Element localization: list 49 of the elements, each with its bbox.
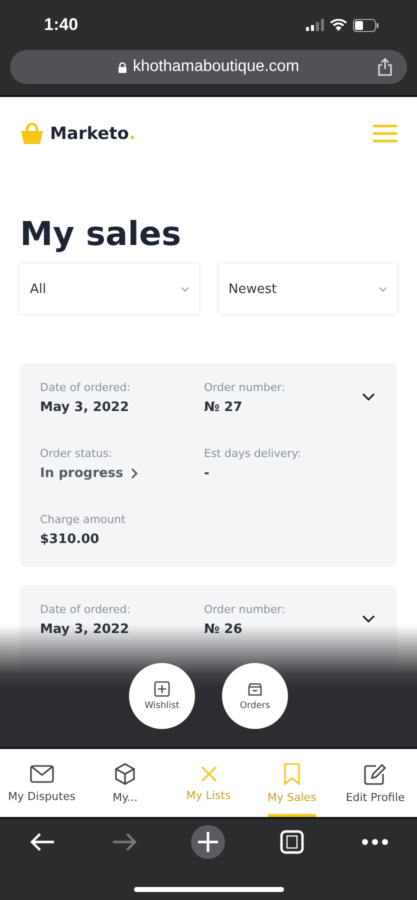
signal-icon bbox=[306, 19, 324, 31]
status-link[interactable]: In progress bbox=[40, 466, 138, 482]
field-label: Order number: bbox=[204, 381, 286, 394]
field-value: May 3, 2022 bbox=[40, 622, 130, 638]
basket-icon bbox=[20, 122, 44, 144]
chevron-right-icon bbox=[131, 468, 138, 480]
bag-icon bbox=[247, 681, 263, 697]
expand-icon[interactable] bbox=[362, 615, 375, 624]
field-value: - bbox=[204, 466, 210, 482]
plus-icon bbox=[191, 825, 226, 859]
field-label: Order number: bbox=[204, 603, 286, 616]
nav-tab[interactable]: My... bbox=[83, 749, 167, 817]
close-icon bbox=[200, 764, 218, 782]
address-bar[interactable]: khothamaboutique.com bbox=[10, 50, 407, 84]
field-value: $310.00 bbox=[40, 532, 100, 548]
logo-text: Marketo. bbox=[50, 124, 136, 144]
more-icon bbox=[362, 839, 388, 845]
status-time: 1:40 bbox=[44, 15, 78, 35]
field-value: May 3, 2022 bbox=[40, 400, 130, 416]
tabs-icon bbox=[280, 830, 304, 854]
nav-tab[interactable]: Edit Profile bbox=[334, 749, 417, 817]
field-label: Est days delivery: bbox=[204, 447, 302, 460]
nav-tab[interactable]: My Disputes bbox=[0, 749, 84, 817]
chevron-down-icon bbox=[180, 286, 188, 292]
wifi-icon bbox=[330, 19, 347, 31]
field-label: Date of ordered: bbox=[40, 381, 132, 394]
battery-icon bbox=[353, 18, 379, 32]
expand-icon[interactable] bbox=[362, 393, 375, 402]
forward-icon bbox=[112, 832, 138, 852]
add-icon bbox=[154, 681, 170, 697]
new-tab-button[interactable] bbox=[190, 825, 226, 859]
field-value: № 26 bbox=[204, 622, 242, 638]
field-label: Date of ordered: bbox=[40, 603, 132, 616]
page-title: My sales bbox=[20, 216, 182, 252]
filter-dropdown[interactable]: Newest bbox=[218, 264, 397, 314]
filter-dropdown[interactable]: All bbox=[20, 264, 198, 314]
share-icon[interactable] bbox=[377, 58, 393, 76]
field-label: Charge amount bbox=[40, 513, 126, 526]
back-icon bbox=[28, 832, 55, 852]
field-value: № 27 bbox=[204, 400, 242, 416]
cube-icon bbox=[114, 762, 136, 784]
chevron-down-icon bbox=[379, 286, 387, 292]
edit-icon bbox=[363, 762, 388, 784]
quick-action-button[interactable]: Wishlist bbox=[129, 663, 195, 729]
bookmark-icon bbox=[282, 762, 301, 784]
field-label: Order status: bbox=[40, 447, 114, 460]
mail-icon bbox=[30, 764, 54, 784]
lock-icon bbox=[118, 62, 127, 72]
quick-action-button[interactable]: Orders bbox=[222, 663, 288, 729]
